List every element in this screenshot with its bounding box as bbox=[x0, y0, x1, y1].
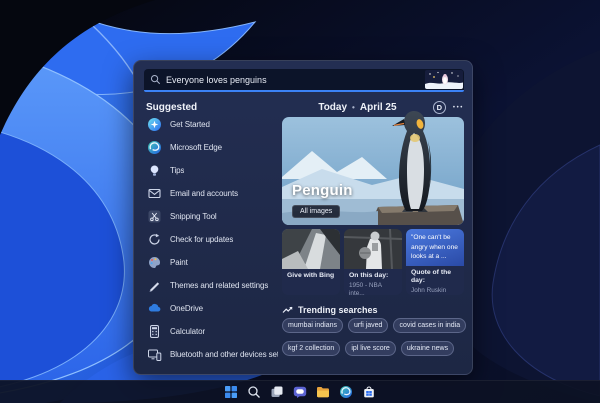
card-title: Quote of the day: bbox=[411, 268, 452, 285]
taskbar-start-button[interactable] bbox=[223, 384, 239, 400]
hero-title: Penguin bbox=[292, 182, 353, 199]
sidebar-item-onedrive[interactable]: OneDrive bbox=[144, 297, 278, 320]
task-view-icon bbox=[271, 386, 283, 397]
card-title: Give with Bing bbox=[287, 272, 335, 279]
calculator-icon bbox=[150, 325, 159, 338]
taskbar-search-button[interactable] bbox=[246, 384, 262, 400]
sidebar-item-label: Tips bbox=[170, 166, 185, 175]
start-icon bbox=[225, 386, 237, 398]
file-explorer-icon bbox=[317, 387, 329, 398]
card-on-this-day[interactable]: On this day: 1950 - NBA inte... bbox=[344, 229, 402, 295]
sidebar-item-label: Snipping Tool bbox=[170, 212, 217, 221]
sidebar-item-paint[interactable]: Paint bbox=[144, 251, 278, 274]
taskbar-edge-button[interactable] bbox=[338, 384, 354, 400]
edge-icon bbox=[148, 141, 161, 154]
more-options-button[interactable]: ••• bbox=[453, 105, 464, 111]
search-flyout-panel: Suggested Today • April 25 D ••• Get Sta… bbox=[133, 60, 473, 375]
sidebar-item-themes-settings[interactable]: Themes and related settings bbox=[144, 274, 278, 297]
on-this-day-image bbox=[344, 229, 402, 270]
search-input[interactable] bbox=[166, 74, 425, 85]
sidebar-item-get-started[interactable]: Get Started bbox=[144, 113, 278, 136]
taskbar bbox=[0, 380, 600, 403]
sidebar-item-tips[interactable]: Tips bbox=[144, 159, 278, 182]
trending-row-2: kgf 2 collection ipl live score ukraine … bbox=[282, 341, 466, 356]
sidebar-item-label: Calculator bbox=[170, 327, 206, 336]
sidebar-item-label: Check for updates bbox=[170, 235, 234, 244]
penguin-night-illustration bbox=[425, 70, 463, 89]
sidebar-item-calculator[interactable]: Calculator bbox=[144, 320, 278, 343]
sidebar-item-label: OneDrive bbox=[170, 304, 203, 313]
trending-up-icon bbox=[282, 306, 293, 313]
trending-pill[interactable]: covid cases in india bbox=[393, 318, 467, 333]
sidebar-item-label: Paint bbox=[170, 258, 188, 267]
trending-row-1: mumbai indians urfi javed covid cases in… bbox=[282, 318, 467, 333]
date-separator: • bbox=[352, 103, 355, 112]
edge-icon bbox=[340, 386, 352, 398]
search-icon bbox=[248, 386, 260, 398]
chat-icon bbox=[293, 386, 307, 398]
suggested-list: Get Started Microsoft Edge Tips Email an… bbox=[144, 113, 278, 366]
taskbar-file-explorer-button[interactable] bbox=[315, 384, 331, 400]
sidebar-item-label: Bluetooth and other devices sett... bbox=[170, 350, 278, 359]
suggested-heading: Suggested bbox=[146, 102, 198, 113]
themes-icon bbox=[149, 282, 160, 292]
snipping-tool-icon bbox=[148, 210, 161, 223]
trending-header: Trending searches bbox=[282, 304, 378, 315]
taskbar-store-button[interactable] bbox=[361, 384, 377, 400]
trending-label: Trending searches bbox=[298, 304, 378, 315]
daily-cards: Give with Bing On this day: 1950 - NBA i… bbox=[282, 229, 464, 295]
card-subtitle: 1950 - NBA inte... bbox=[349, 281, 382, 295]
sidebar-item-microsoft-edge[interactable]: Microsoft Edge bbox=[144, 136, 278, 159]
sidebar-item-email-accounts[interactable]: Email and accounts bbox=[144, 182, 278, 205]
updates-icon bbox=[149, 233, 160, 245]
quote-text: "One can't be angry when one looks at a … bbox=[406, 229, 464, 266]
search-icon bbox=[150, 74, 161, 85]
card-quote-of-the-day[interactable]: "One can't be angry when one looks at a … bbox=[406, 229, 464, 295]
store-icon bbox=[364, 386, 374, 398]
trending-pill[interactable]: ipl live score bbox=[345, 341, 396, 356]
today-label: Today bbox=[318, 102, 348, 113]
sidebar-item-snipping-tool[interactable]: Snipping Tool bbox=[144, 205, 278, 228]
sidebar-item-bluetooth-devices[interactable]: Bluetooth and other devices sett... bbox=[144, 343, 278, 366]
card-subtitle: John Ruskin bbox=[411, 287, 447, 295]
bluetooth-devices-icon bbox=[148, 349, 162, 361]
email-icon bbox=[148, 188, 161, 199]
sidebar-item-label: Email and accounts bbox=[170, 189, 239, 198]
sidebar-item-label: Get Started bbox=[170, 120, 210, 129]
taskbar-chat-button[interactable] bbox=[292, 384, 308, 400]
search-box[interactable] bbox=[144, 69, 464, 92]
sidebar-item-check-updates[interactable]: Check for updates bbox=[144, 228, 278, 251]
penguin-image bbox=[392, 111, 432, 212]
taskbar-task-view-button[interactable] bbox=[269, 384, 285, 400]
paint-icon bbox=[149, 257, 160, 268]
onedrive-icon bbox=[148, 303, 161, 312]
get-started-icon bbox=[148, 118, 161, 131]
tips-icon bbox=[150, 165, 159, 176]
trending-pill[interactable]: ukraine news bbox=[400, 341, 455, 356]
desktop: Suggested Today • April 25 D ••• Get Sta… bbox=[0, 0, 600, 403]
card-give-with-bing[interactable]: Give with Bing bbox=[282, 229, 340, 295]
card-title: On this day: bbox=[349, 272, 389, 279]
trending-pill[interactable]: mumbai indians bbox=[282, 318, 344, 333]
give-with-bing-image bbox=[282, 229, 340, 269]
trending-pill[interactable]: urfi javed bbox=[348, 318, 389, 333]
hero-card-penguin[interactable]: Penguin All images bbox=[282, 111, 464, 225]
all-images-button[interactable]: All images bbox=[292, 205, 341, 218]
trending-pill[interactable]: kgf 2 collection bbox=[282, 341, 341, 356]
sidebar-item-label: Microsoft Edge bbox=[170, 143, 222, 152]
sidebar-item-label: Themes and related settings bbox=[170, 281, 269, 290]
